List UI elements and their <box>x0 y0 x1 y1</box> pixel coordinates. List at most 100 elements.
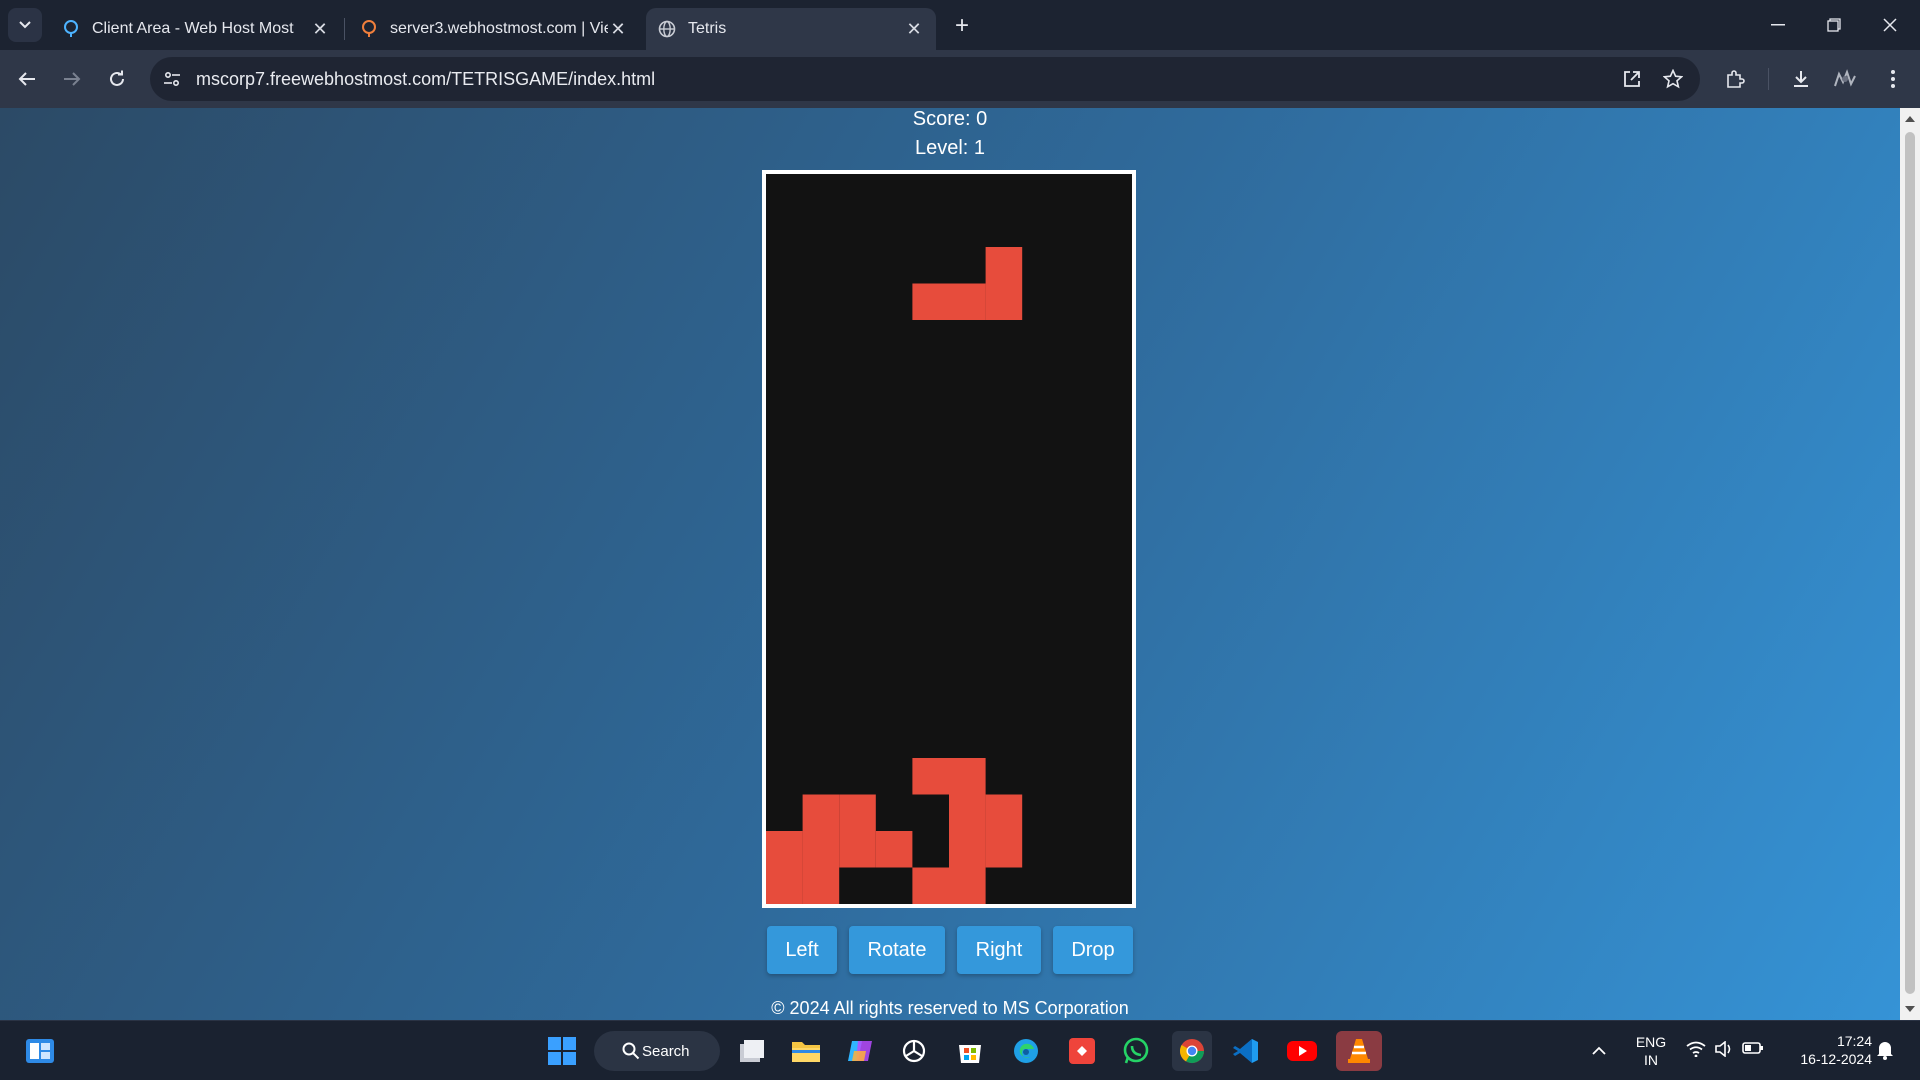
region-code: IN <box>1644 1052 1658 1068</box>
downloads-button[interactable] <box>1784 62 1818 96</box>
toolbar-divider <box>1768 68 1769 90</box>
edge-icon[interactable] <box>1006 1031 1046 1071</box>
board-canvas <box>766 247 1023 904</box>
close-icon[interactable]: ✕ <box>310 19 330 39</box>
close-icon <box>1883 18 1897 32</box>
close-icon[interactable]: ✕ <box>904 19 924 39</box>
notifications-button[interactable] <box>1876 1040 1894 1064</box>
locked-block-cell <box>766 831 803 868</box>
locked-block-cell <box>766 867 803 904</box>
scroll-down-arrow-icon[interactable] <box>1905 1004 1915 1014</box>
restore-button[interactable] <box>1806 0 1862 50</box>
locked-block-cell <box>802 867 840 904</box>
scroll-up-arrow-icon[interactable] <box>1905 114 1915 124</box>
clock[interactable]: 17:24 16-12-2024 <box>1782 1032 1872 1068</box>
site-info-icon[interactable] <box>150 57 194 101</box>
tab-tetris[interactable]: Tetris ✕ <box>646 8 936 50</box>
language-indicator[interactable]: ENG IN <box>1630 1033 1672 1069</box>
locked-block-cell <box>802 831 840 868</box>
tab-client-area[interactable]: Client Area - Web Host Most ✕ <box>50 8 342 50</box>
chatgpt-icon[interactable] <box>894 1031 934 1071</box>
volume-icon <box>1715 1041 1731 1057</box>
locked-block-cell <box>985 831 1023 868</box>
rotate-button[interactable]: Rotate <box>849 926 945 974</box>
restore-icon <box>1827 18 1841 32</box>
widgets-button[interactable] <box>20 1031 60 1071</box>
task-view-icon[interactable] <box>732 1031 772 1071</box>
windows-logo-icon <box>548 1037 576 1065</box>
browser-toolbar: mscorp7.freewebhostmost.com/TETRISGAME/i… <box>0 50 1920 108</box>
left-button[interactable]: Left <box>767 926 837 974</box>
chrome-menu-button[interactable] <box>1876 62 1910 96</box>
url-text: mscorp7.freewebhostmost.com/TETRISGAME/i… <box>196 68 656 89</box>
minimize-button[interactable] <box>1750 0 1806 50</box>
tab-title: server3.webhostmost.com | Vie <box>390 20 608 37</box>
arrow-right-icon <box>64 72 81 86</box>
profile-button[interactable] <box>1828 62 1862 96</box>
search-label: Search <box>642 1042 690 1060</box>
profile-avatar-icon <box>1834 69 1856 87</box>
minimize-icon <box>1771 24 1785 26</box>
scrollbar-thumb[interactable] <box>1905 132 1915 994</box>
game-board[interactable] <box>762 170 1136 908</box>
vlc-icon[interactable] <box>1336 1031 1382 1071</box>
close-window-button[interactable] <box>1862 0 1918 50</box>
tab-title: Tetris <box>688 20 727 37</box>
tab-strip: Client Area - Web Host Most ✕ server3.we… <box>0 0 1920 50</box>
close-icon[interactable]: ✕ <box>608 19 628 39</box>
show-hidden-icons-button[interactable] <box>1592 1041 1606 1059</box>
file-explorer-icon[interactable] <box>786 1031 826 1071</box>
more-vertical-icon <box>1891 70 1895 88</box>
chevron-up-icon <box>1592 1046 1606 1055</box>
locked-block-cell <box>912 867 949 904</box>
chrome-icon[interactable] <box>1172 1031 1212 1071</box>
falling-piece-cell <box>949 283 986 320</box>
search-icon <box>622 1042 640 1060</box>
locked-block-cell <box>985 794 1023 831</box>
locked-block-cell <box>949 794 986 831</box>
ms-store-icon[interactable] <box>950 1031 990 1071</box>
falling-piece-cell <box>912 283 949 320</box>
score-display: Score: 0 <box>912 108 988 130</box>
anydesk-icon[interactable] <box>1062 1031 1102 1071</box>
forward-button[interactable] <box>55 62 89 96</box>
page-scrollbar[interactable] <box>1900 108 1920 1020</box>
tab-divider <box>344 18 345 40</box>
tab-search-button[interactable] <box>8 8 42 42</box>
bell-icon <box>1877 1042 1893 1060</box>
locked-block-cell <box>949 867 986 904</box>
wifi-icon <box>1686 1041 1706 1057</box>
drop-button[interactable]: Drop <box>1053 926 1133 974</box>
reload-button[interactable] <box>100 62 134 96</box>
arrow-left-icon <box>18 72 35 86</box>
clock-time: 17:24 <box>1836 1033 1872 1049</box>
tetris-page: Score: 0 Level: 1 Left Rotate Right Drop… <box>0 108 1900 1020</box>
network-volume-battery[interactable] <box>1686 1041 1764 1057</box>
open-in-app-icon[interactable] <box>1617 64 1647 94</box>
start-button[interactable] <box>542 1031 582 1071</box>
taskbar-search[interactable]: Search <box>594 1031 720 1071</box>
copyright-footer: © 2024 All rights reserved to MS Corpora… <box>771 998 1129 1018</box>
extensions-button[interactable] <box>1718 62 1752 96</box>
vscode-icon[interactable] <box>1226 1031 1266 1071</box>
copilot-icon[interactable] <box>840 1031 880 1071</box>
game-controls: Left Rotate Right Drop <box>0 926 1900 974</box>
whatsapp-icon[interactable] <box>1116 1031 1156 1071</box>
battery-icon <box>1742 1042 1763 1054</box>
back-button[interactable] <box>10 62 44 96</box>
new-tab-button[interactable]: + <box>948 12 976 40</box>
level-display: Level: 1 <box>914 137 986 159</box>
webhostmost-icon <box>360 20 378 38</box>
right-button[interactable]: Right <box>957 926 1041 974</box>
clock-date: 16-12-2024 <box>1800 1051 1872 1067</box>
youtube-icon[interactable] <box>1282 1031 1322 1071</box>
address-bar[interactable]: mscorp7.freewebhostmost.com/TETRISGAME/i… <box>150 57 1700 101</box>
locked-block-cell <box>839 794 876 831</box>
tab-server3[interactable]: server3.webhostmost.com | Vie ✕ <box>348 8 640 50</box>
reload-icon <box>110 70 124 86</box>
falling-piece-cell <box>985 283 1023 320</box>
globe-icon <box>658 20 676 38</box>
locked-block-cell <box>949 758 986 795</box>
locked-block-cell <box>802 794 840 831</box>
bookmark-star-icon[interactable] <box>1658 64 1688 94</box>
